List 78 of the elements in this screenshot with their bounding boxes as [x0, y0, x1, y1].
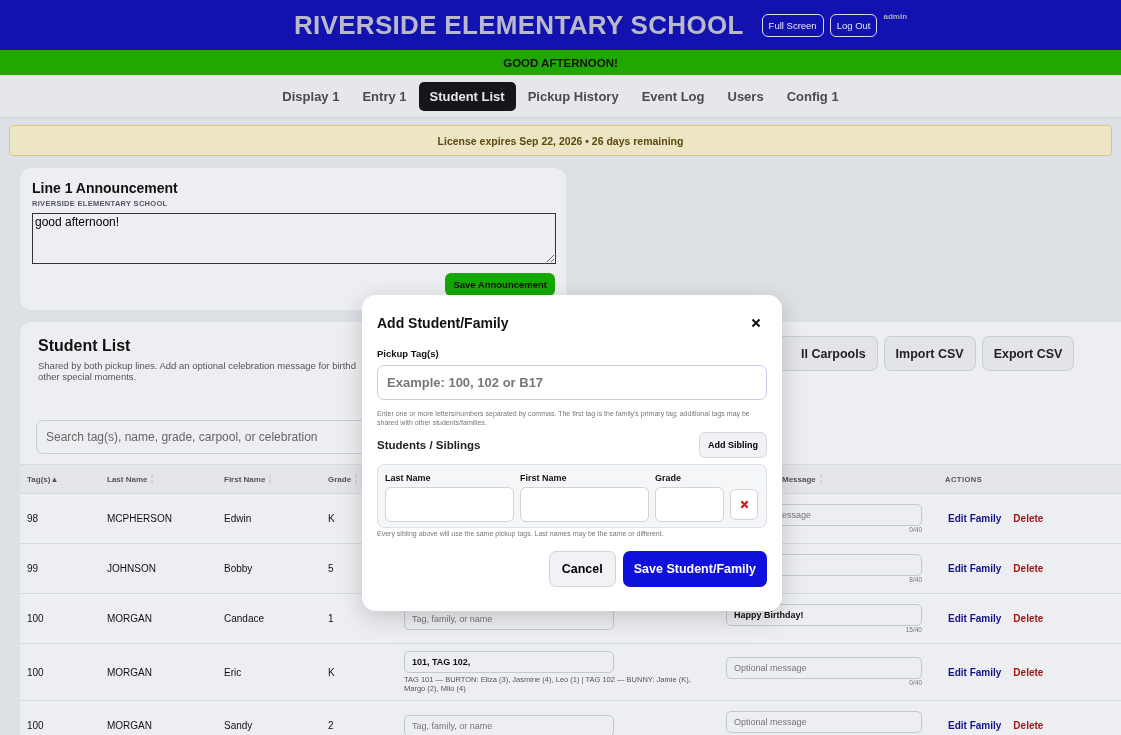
table-cell: 1 — [328, 613, 334, 624]
delete-link[interactable]: Delete — [1013, 563, 1044, 574]
full-screen-button[interactable]: Full Screen — [761, 13, 824, 37]
nav-tab[interactable]: Entry 1 — [351, 81, 418, 111]
nav-tab[interactable]: Display 1 — [271, 81, 351, 111]
table-cell: 100 — [27, 666, 44, 678]
column-header[interactable]: Last Name — [107, 474, 148, 484]
table-cell: 98 — [27, 513, 39, 524]
delete-link[interactable]: Delete — [1013, 720, 1044, 731]
table-cell: MORGAN — [107, 720, 152, 731]
table-cell: MORGAN — [107, 666, 152, 678]
message-field[interactable]: Happy Birthday! — [726, 603, 922, 626]
edit-family-link[interactable]: Edit Family — [948, 563, 1002, 574]
dialog-title: Add Student/Family — [377, 315, 509, 331]
card-title: Line 1 Announcement — [32, 180, 179, 196]
table-cell: 99 — [27, 563, 39, 574]
license-text: License expires Sep 22, 2026 • 26 days remaining — [437, 134, 684, 147]
first-name-field[interactable] — [520, 487, 649, 522]
edit-family-link[interactable]: Edit Family — [948, 513, 1002, 524]
toolbar-button[interactable]: Import CSV — [883, 336, 976, 371]
field-label: Last Name — [385, 473, 432, 483]
carpool-field[interactable]: 101, TAG 102, — [404, 651, 614, 673]
greeting-text: GOOD AFTERNOON! — [503, 56, 618, 69]
table-cell: Candace — [224, 613, 265, 624]
save-announcement-button[interactable]: Save Announcement — [445, 273, 555, 296]
school-title: RIVERSIDE ELEMENTARY SCHOOL — [293, 9, 744, 41]
nav-tab[interactable]: Config 1 — [775, 81, 850, 111]
remove-sibling-button[interactable] — [730, 489, 758, 520]
pickup-tag-field[interactable]: Example: 100, 102 or B17 — [377, 365, 767, 400]
description-text: Shared by both pickup lines. Add an optional celebration message for birthd — [38, 360, 357, 371]
nav-tab[interactable]: Pickup History — [516, 81, 630, 111]
last-name-field[interactable] — [385, 487, 514, 522]
table-cell: 100 — [27, 613, 44, 624]
field-label: Pickup Tag(s) — [377, 348, 440, 359]
user-name: admin — [883, 12, 908, 21]
nav-tab[interactable]: Event Log — [630, 81, 716, 111]
table-cell: JOHNSON — [107, 563, 156, 574]
save-button[interactable]: Save Student/Family — [622, 551, 767, 587]
table-cell: 100 — [27, 720, 44, 731]
description-text: other special moments. — [38, 371, 138, 382]
edit-family-link[interactable]: Edit Family — [948, 720, 1002, 731]
table-cell: K — [328, 666, 335, 678]
table-cell: Eric — [224, 666, 242, 678]
cancel-button[interactable]: Cancel — [548, 551, 616, 587]
edit-family-link[interactable]: Edit Family — [948, 613, 1002, 624]
table-cell: MCPHERSON — [107, 513, 172, 524]
field-label: First Name — [520, 473, 568, 483]
toolbar-button[interactable]: Export CSV — [981, 336, 1075, 371]
message-field[interactable]: Optional message — [726, 657, 922, 679]
field-label: Grade — [655, 473, 682, 483]
column-header[interactable]: Message — [782, 474, 816, 484]
edit-family-link[interactable]: Edit Family — [948, 666, 1002, 678]
table-cell: 2 — [328, 720, 334, 731]
sort-icon[interactable] — [354, 474, 359, 484]
table-cell: 5 — [328, 563, 334, 574]
column-header[interactable]: Tag(s)▲ — [27, 474, 59, 484]
column-header[interactable]: Grade — [328, 474, 352, 484]
card-title: Student List — [38, 337, 132, 355]
close-icon[interactable] — [751, 318, 761, 328]
grade-field[interactable] — [655, 487, 724, 522]
message-field[interactable]: Optional message — [726, 710, 922, 733]
delete-link[interactable]: Delete — [1013, 513, 1044, 524]
delete-link[interactable]: Delete — [1013, 613, 1044, 624]
close-icon — [739, 500, 749, 509]
log-out-button[interactable]: Log Out — [829, 13, 878, 37]
table-cell: Edwin — [224, 513, 252, 524]
announcement-field[interactable]: good afternoon! — [32, 213, 556, 264]
table-cell: K — [328, 513, 335, 524]
carpool-field[interactable]: Tag, family, or name — [404, 714, 614, 735]
add-sibling-button[interactable]: Add Sibling — [699, 432, 767, 458]
table-cell: Bobby — [224, 563, 253, 574]
column-header[interactable]: First Name — [224, 474, 266, 484]
delete-link[interactable]: Delete — [1013, 666, 1044, 678]
table-cell: MORGAN — [107, 613, 152, 624]
table-cell: Sandy — [224, 720, 253, 731]
nav-tab[interactable]: Users — [716, 81, 775, 111]
section-title: Students / Siblings — [377, 439, 481, 451]
nav-tab[interactable]: Student List — [418, 81, 516, 111]
